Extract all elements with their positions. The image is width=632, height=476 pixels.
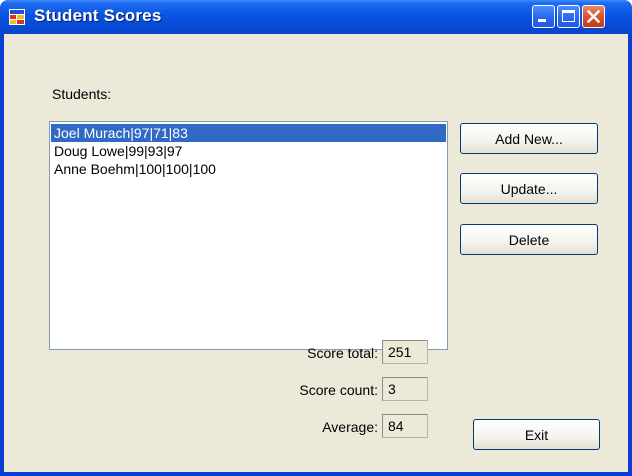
score-total-field[interactable]: 251 — [382, 340, 428, 364]
average-label: Average: — [322, 419, 378, 435]
list-item[interactable]: Doug Lowe|99|93|97 — [51, 142, 446, 160]
minimize-icon — [538, 19, 546, 22]
average-field[interactable]: 84 — [382, 414, 428, 438]
add-new-button[interactable]: Add New... — [460, 123, 598, 154]
score-count-label: Score count: — [299, 382, 378, 398]
exit-button[interactable]: Exit — [473, 419, 600, 450]
close-icon — [586, 9, 601, 24]
window-title: Student Scores — [34, 6, 162, 25]
app-icon[interactable] — [9, 9, 25, 25]
title-bar[interactable]: Student Scores — [0, 0, 632, 34]
students-listbox[interactable]: Joel Murach|97|71|83 Doug Lowe|99|93|97 … — [49, 121, 448, 350]
update-button[interactable]: Update... — [460, 173, 598, 204]
minimize-button[interactable] — [532, 5, 555, 28]
list-item[interactable]: Anne Boehm|100|100|100 — [51, 160, 446, 178]
students-label: Students: — [52, 86, 112, 102]
score-count-field[interactable]: 3 — [382, 377, 428, 401]
maximize-button[interactable] — [557, 5, 580, 28]
window-client-area: Students: Joel Murach|97|71|83 Doug Lowe… — [4, 34, 628, 472]
student-scores-window: Student Scores Students: Joel Murach|97|… — [0, 0, 632, 476]
maximize-icon — [562, 10, 575, 22]
close-button[interactable] — [582, 5, 605, 28]
score-total-label: Score total: — [307, 345, 378, 361]
delete-button[interactable]: Delete — [460, 224, 598, 255]
list-item[interactable]: Joel Murach|97|71|83 — [51, 124, 446, 142]
